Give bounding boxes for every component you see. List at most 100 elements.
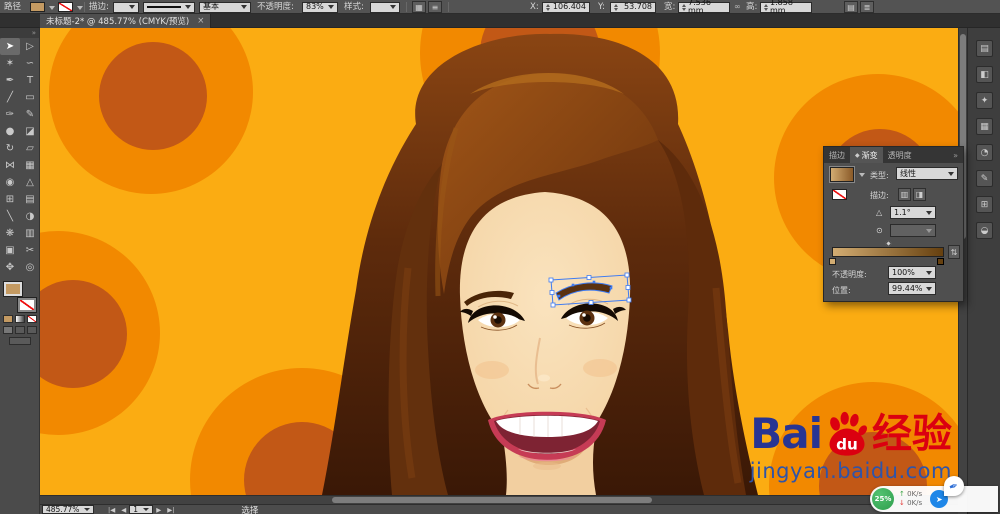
fill-dropdown-icon[interactable] xyxy=(49,6,55,10)
scale-tool[interactable]: ▱ xyxy=(20,140,40,157)
selection-handle[interactable] xyxy=(549,278,553,282)
free-transform-tool[interactable]: ▦ xyxy=(20,157,40,174)
pen-tool[interactable]: ✒ xyxy=(0,72,20,89)
angle-field[interactable]: 1.1° xyxy=(890,206,936,219)
panel-dock-icon-5[interactable]: ◔ xyxy=(976,144,993,161)
gradient-stop-start[interactable] xyxy=(829,258,836,265)
symbol-sprayer-tool[interactable]: ❋ xyxy=(0,225,20,242)
stroke-dropdown-icon[interactable] xyxy=(77,6,83,10)
slice-tool[interactable]: ✂ xyxy=(20,242,40,259)
tab-close-icon[interactable]: × xyxy=(197,16,204,26)
draw-inside-button[interactable] xyxy=(27,326,37,334)
rectangle-tool[interactable]: ▭ xyxy=(20,89,40,106)
path-anchor[interactable] xyxy=(572,284,575,287)
selection-handle[interactable] xyxy=(627,298,631,302)
toolbar-menu-icon[interactable]: ≣ xyxy=(860,1,874,13)
horizontal-scrollbar-thumb[interactable] xyxy=(332,497,652,503)
stroke-gradient-within-icon[interactable]: ▥ xyxy=(898,188,911,201)
eraser-tool[interactable]: ◪ xyxy=(20,123,40,140)
opacity-field[interactable]: 83% xyxy=(302,2,338,13)
blob-brush-tool[interactable]: ● xyxy=(0,123,20,140)
artboard-tool[interactable]: ▣ xyxy=(0,242,20,259)
panel-dock-icon-8[interactable]: ◒ xyxy=(976,222,993,239)
panel-dock-icon-3[interactable]: ✦ xyxy=(976,92,993,109)
pen-cursor-icon[interactable]: ✒ xyxy=(944,476,964,496)
paintbrush-tool[interactable]: ✑ xyxy=(0,106,20,123)
path-anchor[interactable] xyxy=(593,281,596,284)
selection-handle[interactable] xyxy=(550,291,554,295)
circle-inner[interactable] xyxy=(99,42,207,150)
artboard-first-icon[interactable]: |◀ xyxy=(108,506,115,514)
mesh-tool[interactable]: ⊞ xyxy=(0,191,20,208)
reverse-gradient-icon[interactable]: ⇅ xyxy=(948,245,960,259)
draw-normal-button[interactable] xyxy=(3,326,13,334)
perspective-grid-tool[interactable]: △ xyxy=(20,174,40,191)
fill-color-swatch[interactable] xyxy=(30,2,45,12)
height-field[interactable]: 1.858 mm xyxy=(760,2,812,13)
selection-handle[interactable] xyxy=(589,301,593,305)
tab-gradient[interactable]: ◆渐变 xyxy=(850,147,883,163)
column-graph-tool[interactable]: ▥ xyxy=(20,225,40,242)
panel-dock-icon-4[interactable]: ▦ xyxy=(976,118,993,135)
gradient-swatch-dropdown-icon[interactable] xyxy=(859,173,865,177)
width-field[interactable]: 7.536 mm xyxy=(678,2,730,13)
lasso-tool[interactable]: ∽ xyxy=(20,55,40,72)
selection-handle[interactable] xyxy=(625,273,629,277)
shape-builder-tool[interactable]: ◉ xyxy=(0,174,20,191)
x-field[interactable]: 106.404 xyxy=(542,2,590,13)
panel-menu-icon[interactable]: » xyxy=(948,147,963,163)
width-profile-dropdown[interactable] xyxy=(143,2,195,13)
artboard-next-icon[interactable]: ▶ xyxy=(156,506,161,514)
transform-panel-icon[interactable]: ▤ xyxy=(844,1,858,13)
gradient-position-field[interactable]: 99.44% xyxy=(888,282,936,295)
path-anchor[interactable] xyxy=(610,287,613,290)
stroke-color-swatch[interactable] xyxy=(58,2,73,12)
document-tab[interactable]: 未标题-2* @ 485.77% (CMYK/预览) × xyxy=(40,14,211,28)
gradient-fill-swatch[interactable] xyxy=(830,167,854,182)
gradient-mode-button[interactable] xyxy=(15,315,25,323)
gradient-tool[interactable]: ▤ xyxy=(20,191,40,208)
panel-dock-icon-2[interactable]: ◧ xyxy=(976,66,993,83)
direct-selection-tool[interactable]: ▷ xyxy=(20,38,40,55)
eyedropper-tool[interactable]: ╲ xyxy=(0,208,20,225)
tab-transparency[interactable]: 透明度 xyxy=(883,147,917,163)
line-segment-tool[interactable]: ╱ xyxy=(0,89,20,106)
type-tool[interactable]: T xyxy=(20,72,40,89)
zoom-tool[interactable]: ◎ xyxy=(20,259,40,276)
blend-tool[interactable]: ◑ xyxy=(20,208,40,225)
fill-swatch[interactable] xyxy=(4,282,22,296)
distribute-icon[interactable]: ≡ xyxy=(428,1,442,13)
path-anchor[interactable] xyxy=(558,295,561,298)
pencil-tool[interactable]: ✎ xyxy=(20,106,40,123)
artboard-last-icon[interactable]: ▶| xyxy=(167,506,174,514)
panel-dock-icon-7[interactable]: ⊞ xyxy=(976,196,993,213)
gradient-midpoint-marker[interactable] xyxy=(885,240,892,247)
screen-mode-button[interactable] xyxy=(9,337,31,345)
link-dimensions-icon[interactable]: ∞ xyxy=(734,0,741,14)
stroke-weight-field[interactable] xyxy=(113,2,139,13)
color-mode-button[interactable] xyxy=(3,315,13,323)
rotate-tool[interactable]: ↻ xyxy=(0,140,20,157)
panel-dock-icon-1[interactable]: ▤ xyxy=(976,40,993,57)
y-field[interactable]: 53.708 xyxy=(610,2,656,13)
none-mode-button[interactable] xyxy=(27,315,37,323)
align-icon[interactable]: ▦ xyxy=(412,1,426,13)
magic-wand-tool[interactable]: ✶ xyxy=(0,55,20,72)
selection-handle[interactable] xyxy=(626,286,630,290)
hand-tool[interactable]: ✥ xyxy=(0,259,20,276)
draw-behind-button[interactable] xyxy=(15,326,25,334)
gradient-type-dropdown[interactable]: 线性 xyxy=(896,167,958,180)
artboard-prev-icon[interactable]: ◀ xyxy=(121,506,126,514)
width-tool[interactable]: ⋈ xyxy=(0,157,20,174)
tools-panel-collapse-icon[interactable]: » xyxy=(0,28,39,38)
selection-tool[interactable]: ➤ xyxy=(0,38,20,55)
gradient-opacity-field[interactable]: 100% xyxy=(888,266,936,279)
zoom-dropdown[interactable]: 485.77% xyxy=(42,505,94,514)
artboard-number-field[interactable]: 1 xyxy=(129,505,153,514)
gradient-stop-end-selected[interactable] xyxy=(937,258,944,265)
tab-stroke[interactable]: 描边 xyxy=(824,147,850,163)
selection-handle[interactable] xyxy=(551,303,555,307)
stroke-none-swatch[interactable] xyxy=(832,189,847,200)
panel-dock-icon-6[interactable]: ✎ xyxy=(976,170,993,187)
selection-handle[interactable] xyxy=(587,276,591,280)
